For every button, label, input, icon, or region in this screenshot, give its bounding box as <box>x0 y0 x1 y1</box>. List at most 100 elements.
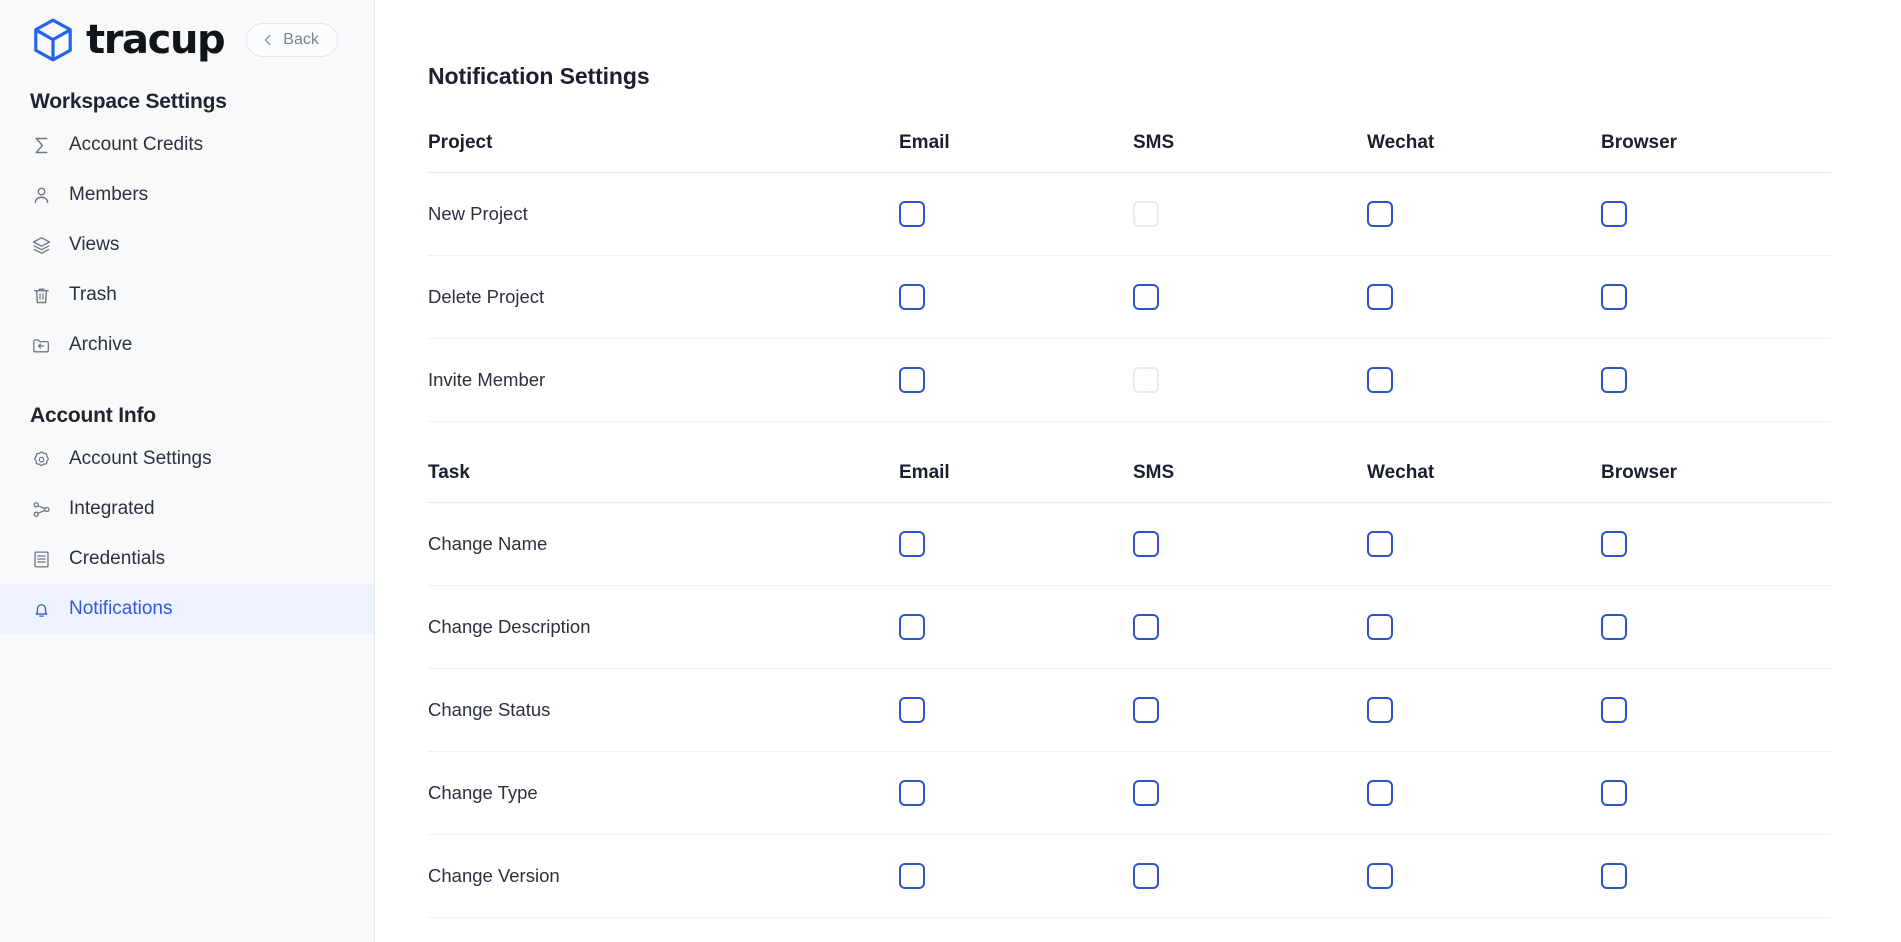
table-header-row: TaskEmailSMSWechatBrowser <box>428 422 1831 503</box>
checkbox-browser[interactable] <box>1601 201 1627 227</box>
sidebar-item-label: Account Credits <box>69 134 203 156</box>
main-content: Notification Settings ProjectEmailSMSWec… <box>375 0 1901 942</box>
checkbox-email[interactable] <box>899 614 925 640</box>
notification-table-body: ProjectEmailSMSWechatBrowserNew ProjectD… <box>428 132 1831 918</box>
cell-browser <box>1601 256 1831 339</box>
checkbox-browser[interactable] <box>1601 697 1627 723</box>
checkbox-email[interactable] <box>899 284 925 310</box>
checkbox-sms[interactable] <box>1133 697 1159 723</box>
sidebar-group-title-account: Account Info <box>0 370 374 434</box>
cell-wechat <box>1367 503 1601 586</box>
table-row: Delete Project <box>428 256 1831 339</box>
cell-sms <box>1133 256 1367 339</box>
cell-wechat <box>1367 173 1601 256</box>
checkbox-email[interactable] <box>899 697 925 723</box>
checkbox-browser[interactable] <box>1601 367 1627 393</box>
checkbox-wechat[interactable] <box>1367 367 1393 393</box>
app-root: tracup Back Workspace Settings Acco <box>0 0 1901 942</box>
checkbox-wechat[interactable] <box>1367 614 1393 640</box>
column-header-sms: SMS <box>1133 422 1367 503</box>
sidebar-item-archive[interactable]: Archive <box>0 320 374 370</box>
cell-sms <box>1133 752 1367 835</box>
back-button-label: Back <box>283 31 319 49</box>
sigma-icon <box>30 134 53 157</box>
checkbox-email[interactable] <box>899 367 925 393</box>
table-row: Change Status <box>428 669 1831 752</box>
checkbox-email[interactable] <box>899 863 925 889</box>
document-list-icon <box>30 548 53 571</box>
cell-sms <box>1133 503 1367 586</box>
column-header-wechat: Wechat <box>1367 422 1601 503</box>
cell-wechat <box>1367 669 1601 752</box>
checkbox-browser[interactable] <box>1601 863 1627 889</box>
checkbox-wechat[interactable] <box>1367 697 1393 723</box>
page-title: Notification Settings <box>375 15 1901 90</box>
table-row: Change Description <box>428 586 1831 669</box>
checkbox-wechat[interactable] <box>1367 201 1393 227</box>
checkbox-wechat[interactable] <box>1367 531 1393 557</box>
sidebar-item-label: Integrated <box>69 498 155 520</box>
notification-settings-table: ProjectEmailSMSWechatBrowserNew ProjectD… <box>428 132 1831 918</box>
sidebar-item-views[interactable]: Views <box>0 220 374 270</box>
sidebar-group-title-workspace: Workspace Settings <box>0 62 374 120</box>
column-header-wechat: Wechat <box>1367 132 1601 173</box>
sidebar-item-integrated[interactable]: Integrated <box>0 484 374 534</box>
share-nodes-icon <box>30 498 53 521</box>
cell-email <box>899 256 1133 339</box>
cell-email <box>899 586 1133 669</box>
back-button[interactable]: Back <box>246 23 338 57</box>
table-row: Invite Member <box>428 339 1831 422</box>
archive-folder-icon <box>30 334 53 357</box>
column-header-email: Email <box>899 422 1133 503</box>
checkbox-sms[interactable] <box>1133 531 1159 557</box>
checkbox-browser[interactable] <box>1601 614 1627 640</box>
cell-email <box>899 339 1133 422</box>
checkbox-email[interactable] <box>899 201 925 227</box>
checkbox-wechat[interactable] <box>1367 863 1393 889</box>
tracup-cube-logo-icon[interactable] <box>30 17 76 63</box>
checkbox-email[interactable] <box>899 780 925 806</box>
sidebar: tracup Back Workspace Settings Acco <box>0 0 375 942</box>
cell-browser <box>1601 835 1831 918</box>
cell-browser <box>1601 669 1831 752</box>
chevron-left-icon <box>261 33 275 47</box>
sidebar-item-notifications[interactable]: Notifications <box>0 584 374 634</box>
row-label: Change Description <box>428 586 899 669</box>
checkbox-sms[interactable] <box>1133 863 1159 889</box>
cell-email <box>899 669 1133 752</box>
table-row: Change Name <box>428 503 1831 586</box>
sidebar-item-label: Notifications <box>69 598 173 620</box>
sidebar-item-account-settings[interactable]: Account Settings <box>0 434 374 484</box>
column-header-section: Project <box>428 132 899 173</box>
sidebar-item-members[interactable]: Members <box>0 170 374 220</box>
brand-row: tracup Back <box>0 0 374 62</box>
cell-browser <box>1601 586 1831 669</box>
row-label: New Project <box>428 173 899 256</box>
checkbox-wechat[interactable] <box>1367 780 1393 806</box>
sidebar-item-account-credits[interactable]: Account Credits <box>0 120 374 170</box>
trash-icon <box>30 284 53 307</box>
layers-icon <box>30 234 53 257</box>
checkbox-browser[interactable] <box>1601 531 1627 557</box>
sidebar-item-trash[interactable]: Trash <box>0 270 374 320</box>
column-header-section: Task <box>428 422 899 503</box>
column-header-browser: Browser <box>1601 422 1831 503</box>
checkbox-browser[interactable] <box>1601 780 1627 806</box>
checkbox-sms[interactable] <box>1133 614 1159 640</box>
checkbox-sms <box>1133 367 1159 393</box>
sidebar-nav-account: Account Settings Integrated <box>0 434 374 634</box>
checkbox-wechat[interactable] <box>1367 284 1393 310</box>
cell-email <box>899 173 1133 256</box>
sidebar-item-label: Views <box>69 234 119 256</box>
cell-wechat <box>1367 835 1601 918</box>
row-label: Invite Member <box>428 339 899 422</box>
checkbox-sms[interactable] <box>1133 780 1159 806</box>
sidebar-item-credentials[interactable]: Credentials <box>0 534 374 584</box>
checkbox-browser[interactable] <box>1601 284 1627 310</box>
checkbox-email[interactable] <box>899 531 925 557</box>
table-header-row: ProjectEmailSMSWechatBrowser <box>428 132 1831 173</box>
checkbox-sms[interactable] <box>1133 284 1159 310</box>
sidebar-item-label: Archive <box>69 334 132 356</box>
row-label: Change Version <box>428 835 899 918</box>
sidebar-item-label: Trash <box>69 284 117 306</box>
